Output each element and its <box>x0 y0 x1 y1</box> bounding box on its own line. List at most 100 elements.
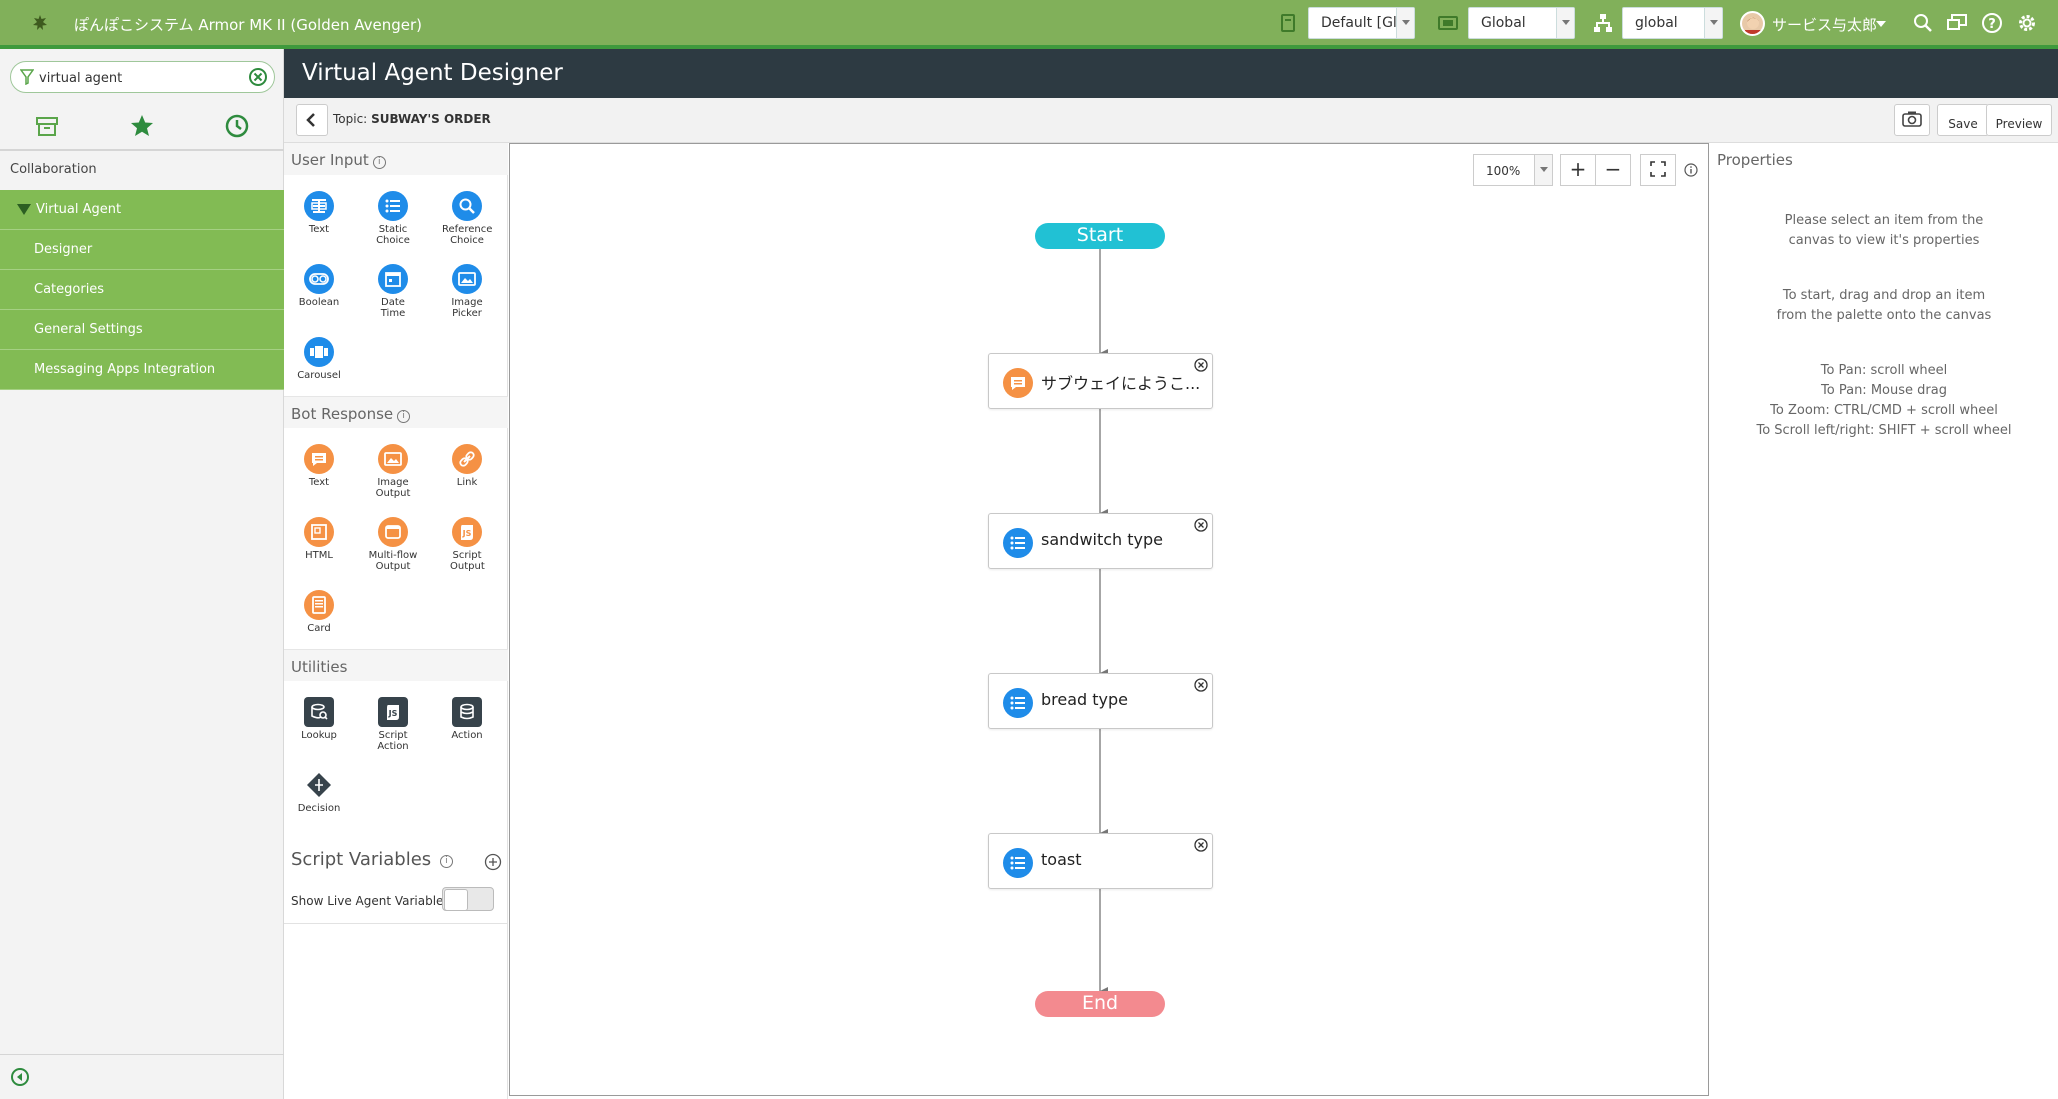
nav-item-categories[interactable]: Categories <box>0 270 284 310</box>
flow-end-node[interactable]: End <box>1035 991 1165 1017</box>
application-select[interactable]: Global <box>1468 7 1575 39</box>
zoom-out-button[interactable]: − <box>1595 154 1631 186</box>
search-icon <box>452 191 482 221</box>
palette-item-text-input[interactable]: Text <box>284 191 354 235</box>
flow-node-toast[interactable]: toast <box>988 833 1213 889</box>
palette-item-script-action[interactable]: JS Script Action <box>358 697 428 752</box>
properties-tip-zoom: To Zoom: CTRL/CMD + scroll wheel <box>1770 403 1998 418</box>
palette-item-multi-flow-output[interactable]: Multi-flow Output <box>358 517 428 572</box>
palette-item-label: Link <box>456 477 478 488</box>
list-icon <box>1003 848 1033 878</box>
navigator-filter-input[interactable] <box>39 68 239 88</box>
designer-canvas[interactable]: 100% + − Start サブウェイにようこ... sandwitch ty… <box>509 143 1709 1096</box>
properties-tip-scroll: To Scroll left/right: SHIFT + scroll whe… <box>1756 423 2012 438</box>
clear-filter-icon[interactable] <box>248 67 268 87</box>
palette-item-decision[interactable]: Decision <box>284 770 354 814</box>
top-banner: ぽんぽこシステム Armor MK II (Golden Avenger) De… <box>0 0 2058 49</box>
properties-title: Properties <box>1717 151 1793 169</box>
window-icon <box>378 517 408 547</box>
page-header: Virtual Agent Designer <box>284 49 2058 98</box>
remove-node-icon[interactable] <box>1193 357 1209 373</box>
user-name[interactable]: サービス与太郎 <box>1772 14 1877 35</box>
script-icon: JS <box>452 517 482 547</box>
nav-item-general-settings[interactable]: General Settings <box>0 310 284 350</box>
history-icon[interactable] <box>223 113 251 139</box>
add-variable-icon[interactable] <box>484 853 502 871</box>
chat-icon <box>304 444 334 474</box>
palette-item-label: Script Output <box>450 550 485 572</box>
minus-icon: − <box>1604 157 1622 181</box>
properties-tip-pan-drag: To Pan: Mouse drag <box>1821 383 1947 398</box>
canvas-info-icon[interactable] <box>1684 163 1698 177</box>
app-logo-icon[interactable] <box>28 12 52 36</box>
palette-item-boolean[interactable]: Boolean <box>284 264 354 308</box>
palette-item-html[interactable]: HTML <box>284 517 354 561</box>
zoom-level-select[interactable]: 100% <box>1473 154 1553 186</box>
back-button[interactable] <box>296 104 328 136</box>
avatar[interactable] <box>1740 11 1765 36</box>
palette-item-card[interactable]: Card <box>284 590 354 634</box>
palette-item-link[interactable]: Link <box>432 444 502 488</box>
help-icon[interactable]: ? <box>1981 12 2003 34</box>
nav-item-virtual-agent[interactable]: Virtual Agent <box>0 190 284 230</box>
palette-item-label: Reference Choice <box>442 224 493 246</box>
all-apps-icon[interactable] <box>33 113 61 139</box>
navigator-filter[interactable] <box>10 61 275 93</box>
svg-text:?: ? <box>1988 17 1996 32</box>
search-icon[interactable] <box>1912 12 1934 34</box>
palette-item-label: Image Picker <box>451 297 483 319</box>
palette-item-label: Text <box>308 477 330 488</box>
domain-tree-icon[interactable] <box>1592 12 1614 34</box>
gear-icon[interactable] <box>2016 12 2038 34</box>
show-live-agent-variables-toggle[interactable] <box>442 887 494 911</box>
flow-node-welcome[interactable]: サブウェイにようこ... <box>988 353 1213 409</box>
palette-item-script-output[interactable]: JS Script Output <box>432 517 502 572</box>
domain-select[interactable]: global <box>1622 7 1723 39</box>
palette-item-action[interactable]: Action <box>432 697 502 741</box>
chevron-down-icon <box>1396 8 1414 38</box>
palette-item-image-picker[interactable]: Image Picker <box>432 264 502 319</box>
zoom-in-button[interactable]: + <box>1560 154 1596 186</box>
nav-item-messaging-apps-integration[interactable]: Messaging Apps Integration <box>0 350 284 390</box>
update-set-select[interactable]: Default [Globa <box>1308 7 1415 39</box>
palette-item-label: Decision <box>297 803 341 814</box>
collapse-navigator-icon[interactable] <box>10 1067 30 1087</box>
user-face-icon <box>1745 17 1762 34</box>
caret-down-icon[interactable] <box>1876 21 1886 32</box>
camera-icon <box>1902 111 1922 127</box>
palette-heading-utilities: Utilities <box>284 649 508 681</box>
palette-item-image-output[interactable]: Image Output <box>358 444 428 499</box>
fit-to-screen-button[interactable] <box>1640 154 1676 186</box>
chat-icon <box>1003 368 1033 398</box>
properties-hint-select: Please select an item from the canvas to… <box>1784 213 1984 248</box>
info-icon[interactable]: i <box>439 855 453 868</box>
nav-item-designer[interactable]: Designer <box>0 230 284 270</box>
remove-node-icon[interactable] <box>1193 677 1209 693</box>
application-icon[interactable] <box>1437 12 1459 34</box>
palette-item-label: Multi-flow Output <box>368 550 418 572</box>
nav-section-collaboration[interactable]: Collaboration <box>10 162 97 177</box>
info-icon[interactable]: i <box>372 156 386 169</box>
palette-item-date-time[interactable]: Date Time <box>358 264 428 319</box>
nav-footer-separator <box>0 1054 284 1055</box>
palette-item-bot-text[interactable]: Text <box>284 444 354 488</box>
topic-prefix: Topic: <box>333 112 368 126</box>
flow-node-bread-type[interactable]: bread type <box>988 673 1213 729</box>
remove-node-icon[interactable] <box>1193 837 1209 853</box>
flow-node-sandwitch-type[interactable]: sandwitch type <box>988 513 1213 569</box>
palette-item-carousel[interactable]: Carousel <box>284 337 354 381</box>
save-button[interactable]: Save <box>1937 104 1989 136</box>
info-icon[interactable]: i <box>397 410 411 423</box>
flow-start-node[interactable]: Start <box>1035 223 1165 249</box>
palette-item-reference-choice[interactable]: Reference Choice <box>432 191 502 246</box>
connect-chat-icon[interactable] <box>1946 12 1968 34</box>
palette-heading-label: Utilities <box>291 658 348 676</box>
update-set-icon[interactable] <box>1277 12 1299 34</box>
remove-node-icon[interactable] <box>1193 517 1209 533</box>
palette-heading-label: User Input <box>291 151 369 169</box>
star-icon[interactable] <box>128 113 156 139</box>
screenshot-button[interactable] <box>1894 104 1930 136</box>
palette-item-static-choice[interactable]: Static Choice <box>358 191 428 246</box>
palette-item-lookup[interactable]: Lookup <box>284 697 354 741</box>
preview-button[interactable]: Preview <box>1986 104 2052 136</box>
